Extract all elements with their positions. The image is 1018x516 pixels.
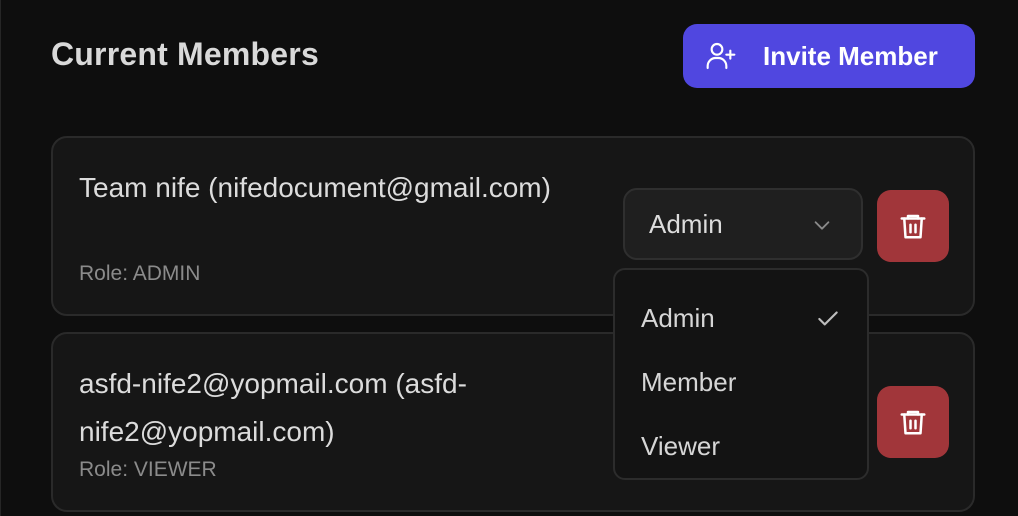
members-panel: Current Members Invite Member Team nife … — [0, 0, 1018, 516]
delete-member-button[interactable] — [877, 386, 949, 458]
member-role: Role: VIEWER — [79, 458, 217, 481]
role-option-admin[interactable]: Admin — [615, 286, 867, 350]
trash-icon — [900, 410, 926, 435]
section-title: Current Members — [51, 36, 319, 72]
user-plus-icon — [706, 42, 736, 70]
trash-icon — [900, 214, 926, 239]
role-option-label: Admin — [641, 302, 715, 333]
check-icon — [818, 311, 838, 326]
invite-member-button[interactable]: Invite Member — [683, 24, 975, 88]
role-option-member[interactable]: Member — [615, 350, 867, 414]
member-role: Role: ADMIN — [79, 262, 201, 285]
member-name: asfd-nife2@yopmail.com (asfd-nife2@yopma… — [79, 368, 467, 447]
role-option-label: Viewer — [641, 430, 721, 461]
invite-member-label: Invite Member — [763, 40, 938, 71]
member-name: Team nife (nifedocument@gmail.com) — [79, 172, 551, 203]
role-option-viewer[interactable]: Viewer — [615, 414, 867, 478]
role-option-label: Member — [641, 366, 737, 397]
role-dropdown-menu: Admin Member Viewer — [613, 268, 869, 480]
chevron-down-icon — [814, 221, 830, 230]
role-select[interactable]: Admin — [623, 188, 863, 260]
delete-member-button[interactable] — [877, 190, 949, 262]
role-select-value: Admin — [649, 208, 723, 239]
